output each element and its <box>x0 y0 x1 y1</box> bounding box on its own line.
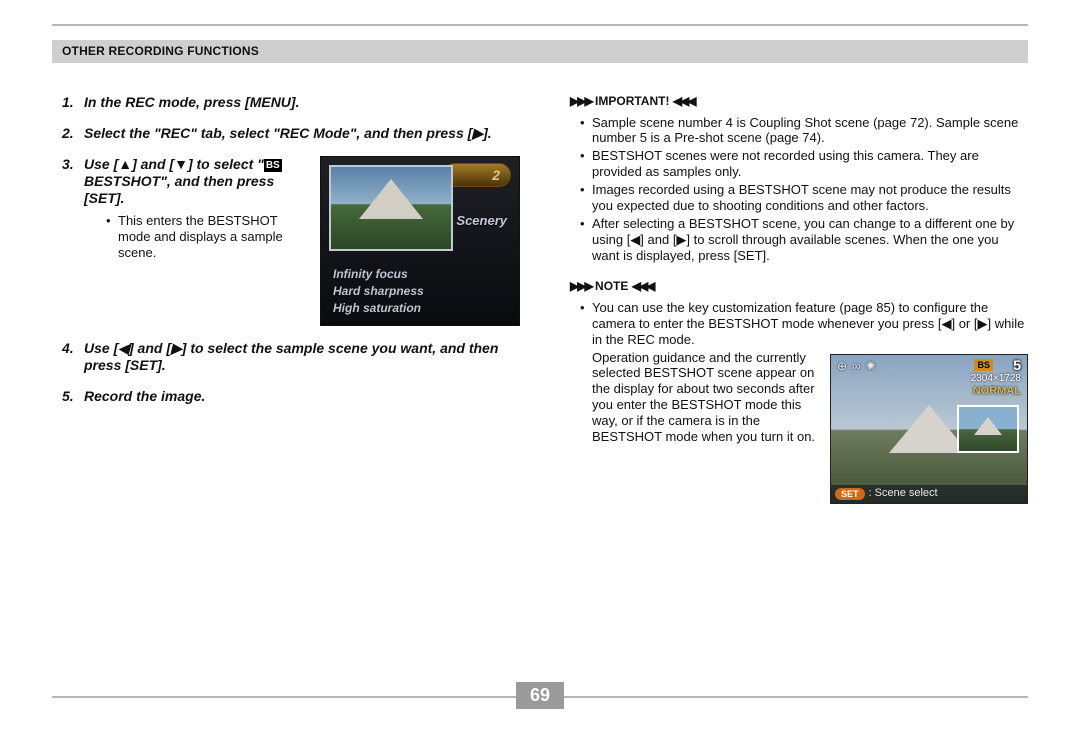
step3-bullet: This enters the BESTSHOT mode and displa… <box>106 213 310 261</box>
step-text: Record the image. <box>84 388 520 405</box>
scene-label: Scenery <box>456 213 507 229</box>
scene-prop: Infinity focus <box>331 266 509 283</box>
step3-pre: Use [▲] and [▼] to select " <box>84 156 264 172</box>
infinity-icon: ∞ <box>852 359 861 374</box>
step-text: Select the "REC" tab, select "REC Mode",… <box>84 125 520 142</box>
right-column: ▶▶▶ IMPORTANT! ◀◀◀ Sample scene number 4… <box>550 94 1028 670</box>
step3-inner: This enters the BESTSHOT mode and displa… <box>84 213 310 261</box>
overlay-bar: SET : Scene select <box>831 485 1027 503</box>
section-header: OTHER RECORDING FUNCTIONS <box>52 40 1028 63</box>
note-list: You can use the key customization featur… <box>570 300 1028 348</box>
step-text: In the REC mode, press [MENU]. <box>84 94 520 111</box>
note-label: NOTE <box>595 279 628 293</box>
scene-prop: Hard sharpness <box>331 283 509 300</box>
step3-bullets: This enters the BESTSHOT mode and displa… <box>84 213 310 261</box>
scene-number-badge: 2 <box>443 163 511 187</box>
top-rule <box>52 24 1028 26</box>
bs-icon: BS <box>264 159 282 172</box>
step-number: 2. <box>62 125 84 142</box>
step-number: 5. <box>62 388 84 405</box>
important-item: Sample scene number 4 is Coupling Shot s… <box>580 115 1028 147</box>
left-column: 1. In the REC mode, press [MENU]. 2. Sel… <box>62 94 550 670</box>
scene-thumbnail <box>329 165 453 251</box>
step-number: 1. <box>62 94 84 111</box>
scene-thumb <box>957 405 1019 453</box>
decor-right-icon: ▶▶▶ <box>570 279 592 294</box>
important-item: After selecting a BESTSHOT scene, you ca… <box>580 216 1028 264</box>
important-label: IMPORTANT! <box>595 94 669 108</box>
bs-chip: BS <box>974 359 993 371</box>
resolution-label: 2304×1728 <box>971 373 1021 385</box>
page-number: 69 <box>516 682 564 709</box>
mountain-shape <box>359 179 423 219</box>
wb-icon: ✺ <box>866 359 876 374</box>
note-paragraph: Operation guidance and the currently sel… <box>592 350 830 445</box>
step-number: 4. <box>62 340 84 374</box>
step3-wrap: Use [▲] and [▼] to select "BS BESTSHOT",… <box>84 156 520 326</box>
important-list: Sample scene number 4 is Coupling Shot s… <box>570 115 1028 264</box>
note-heading: ▶▶▶ NOTE ◀◀◀ <box>570 279 1028 294</box>
content-columns: 1. In the REC mode, press [MENU]. 2. Sel… <box>62 94 1028 670</box>
important-heading: ▶▶▶ IMPORTANT! ◀◀◀ <box>570 94 1028 109</box>
globe-icon: ⊕ <box>837 359 847 374</box>
quality-label: NORMAL <box>973 385 1021 398</box>
step3-text: Use [▲] and [▼] to select "BS BESTSHOT",… <box>84 156 320 263</box>
status-icons: ⊕ ∞ ✺ <box>837 359 876 374</box>
overlay-text: : Scene select <box>869 487 938 500</box>
step-number: 3. <box>62 156 84 326</box>
step-1: 1. In the REC mode, press [MENU]. <box>62 94 520 111</box>
step-4: 4. Use [◀] and [▶] to select the sample … <box>62 340 520 374</box>
step-2: 2. Select the "REC" tab, select "REC Mod… <box>62 125 520 142</box>
step-list: 1. In the REC mode, press [MENU]. 2. Sel… <box>62 94 520 405</box>
step-body: Use [▲] and [▼] to select "BS BESTSHOT",… <box>84 156 520 326</box>
set-chip: SET <box>835 488 865 500</box>
note-with-image: Operation guidance and the currently sel… <box>570 350 1028 504</box>
decor-left-icon: ◀◀◀ <box>673 94 695 109</box>
camera-preview-rec: ⊕ ∞ ✺ BS 5 2304×1728 NORMAL SET : Scene … <box>830 354 1028 504</box>
scene-props: Infinity focus Hard sharpness High satur… <box>331 266 509 317</box>
decor-right-icon: ▶▶▶ <box>570 94 592 109</box>
camera-preview-scenery: 2 Scenery Infinity focus Hard sharpness … <box>320 156 520 326</box>
step-text: Use [◀] and [▶] to select the sample sce… <box>84 340 520 374</box>
decor-left-icon: ◀◀◀ <box>632 279 654 294</box>
step3-post: BESTSHOT", and then press [SET]. <box>84 173 274 206</box>
manual-page: OTHER RECORDING FUNCTIONS 1. In the REC … <box>0 0 1080 730</box>
note-item: You can use the key customization featur… <box>580 300 1028 348</box>
step-3: 3. Use [▲] and [▼] to select "BS BESTSHO… <box>62 156 520 326</box>
scene-prop: High saturation <box>331 300 509 317</box>
important-item: BESTSHOT scenes were not recorded using … <box>580 148 1028 180</box>
step-5: 5. Record the image. <box>62 388 520 405</box>
important-item: Images recorded using a BESTSHOT scene m… <box>580 182 1028 214</box>
shot-count: 5 <box>1013 357 1021 374</box>
